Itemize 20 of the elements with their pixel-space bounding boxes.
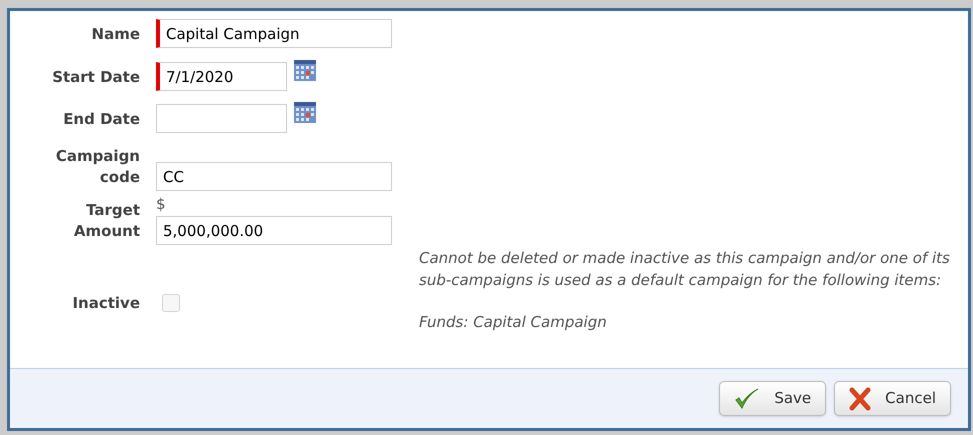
text-field[interactable]: Capital Campaign [156, 19, 392, 48]
save-button[interactable]: Save [719, 381, 826, 416]
currency-symbol: $ [156, 194, 167, 214]
date-field[interactable]: 7/1/2020 [156, 62, 287, 91]
field-label: Name [90, 24, 140, 45]
field-label: Target Amount [72, 200, 140, 242]
field-label: End Date [62, 109, 140, 130]
date-field[interactable] [156, 104, 287, 133]
field-label: Campaign code [54, 146, 140, 188]
close-icon [849, 386, 872, 410]
info-message: Funds: Capital Campaign [419, 312, 608, 333]
checkmark-icon [734, 386, 760, 410]
field-label: Inactive [71, 293, 140, 314]
text-field[interactable]: CC [156, 162, 392, 191]
calendar-icon[interactable] [293, 58, 317, 82]
cancel-button[interactable]: Cancel [834, 381, 951, 416]
calendar-icon[interactable] [293, 100, 317, 124]
text-field[interactable]: 5,000,000.00 [156, 216, 392, 245]
info-message: Cannot be deleted or made inactive as this campaign and/or one of its sub-campaigns is used as a default campaign for the following items: [419, 248, 951, 291]
field-label: Start Date [51, 67, 140, 88]
